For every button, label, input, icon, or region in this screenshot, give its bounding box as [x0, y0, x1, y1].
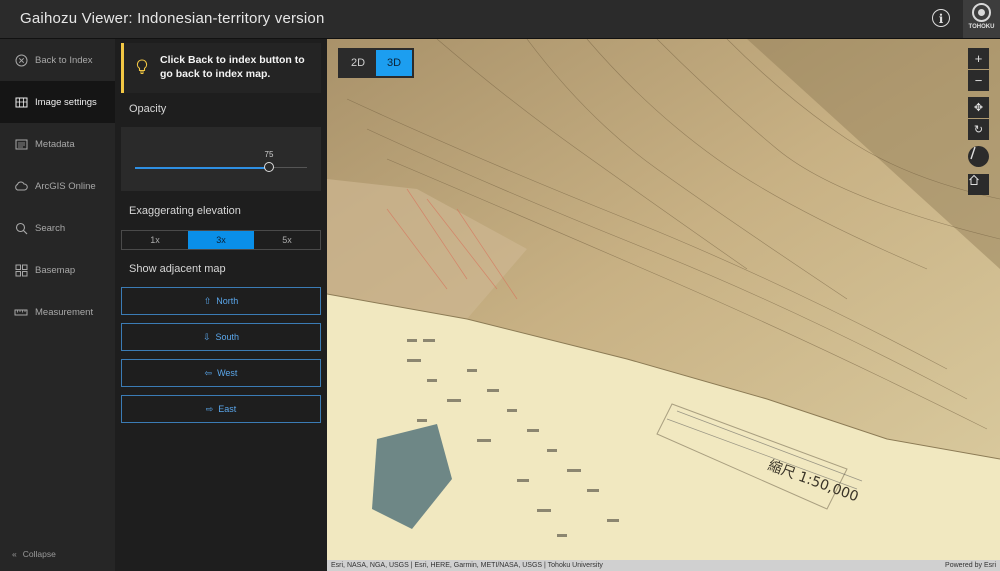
opacity-label: Opacity	[129, 103, 167, 115]
attribution-text: Esri, NASA, NGA, USGS | Esri, HERE, Garm…	[331, 562, 603, 569]
compass-button[interactable]	[968, 146, 989, 167]
university-logo: TOHOKU	[963, 0, 1000, 38]
map-attribution: Esri, NASA, NGA, USGS | Esri, HERE, Garm…	[327, 560, 1000, 571]
app-title: Gaihozu Viewer: Indonesian-territory ver…	[20, 10, 325, 27]
nav-basemap[interactable]: Basemap	[0, 249, 115, 291]
plus-icon: +	[974, 51, 983, 66]
rotate-button[interactable]: ↻	[968, 119, 989, 140]
home-button[interactable]	[968, 174, 989, 195]
info-icon[interactable]: i	[932, 9, 950, 27]
nav-search[interactable]: Search	[0, 207, 115, 249]
collapse-button[interactable]: « Collapse	[12, 549, 56, 559]
nav-label: Metadata	[35, 138, 75, 150]
exaggeration-label: Exaggerating elevation	[129, 205, 241, 217]
nav-label: Back to Index	[35, 54, 93, 66]
view-3d-button[interactable]: 3D	[376, 50, 412, 76]
east-button[interactable]: ⇨ East	[121, 395, 321, 423]
slider-handle[interactable]	[264, 162, 274, 172]
nav-measurement[interactable]: Measurement	[0, 291, 115, 333]
west-label: West	[217, 368, 238, 378]
nav-label: Measurement	[35, 306, 94, 318]
arrow-right-icon: ⇨	[205, 403, 214, 414]
terrain-map-image: 縮尺 1:50,000	[327, 39, 1000, 560]
document-list-icon	[14, 137, 28, 151]
collapse-label: Collapse	[22, 549, 56, 559]
exaggeration-option-1x[interactable]: 1x	[122, 231, 188, 249]
nav-arcgis-online[interactable]: ArcGIS Online	[0, 165, 115, 207]
grid-icon	[14, 263, 28, 277]
opacity-value: 75	[264, 150, 274, 159]
east-label: East	[218, 404, 237, 414]
view-2d-button[interactable]: 2D	[340, 50, 376, 76]
north-label: North	[216, 296, 239, 306]
minus-icon: −	[974, 73, 983, 88]
arrow-down-icon: ⇩	[202, 331, 211, 342]
nav-back-to-index[interactable]: Back to Index	[0, 39, 115, 81]
zoom-in-button[interactable]: +	[968, 48, 989, 69]
cloud-icon	[14, 179, 28, 193]
nav-label: ArcGIS Online	[35, 180, 96, 192]
tip-notice: Click Back to index button to go back to…	[121, 43, 321, 93]
image-settings-panel: Click Back to index button to go back to…	[115, 39, 327, 571]
opacity-slider-box: 75	[121, 127, 321, 191]
pan-button[interactable]: ✥	[968, 97, 989, 118]
arrow-up-icon: ⇧	[203, 295, 212, 306]
double-chevron-left-icon: «	[12, 549, 17, 559]
nav-label: Image settings	[35, 96, 97, 108]
rotate-icon: ↻	[973, 124, 984, 136]
lightbulb-icon	[136, 59, 148, 80]
south-button[interactable]: ⇩ South	[121, 323, 321, 351]
powered-by-link[interactable]: Powered by Esri	[945, 560, 996, 571]
close-circle-icon	[14, 53, 28, 67]
slider-fill	[135, 166, 269, 169]
south-label: South	[215, 332, 240, 342]
search-icon	[14, 221, 28, 235]
nav-metadata[interactable]: Metadata	[0, 123, 115, 165]
move-icon: ✥	[973, 102, 984, 114]
exaggeration-option-5x[interactable]: 5x	[254, 231, 320, 249]
sidebar-nav: Back to Index Image settings Metadata Ar…	[0, 39, 115, 571]
adjacent-label: Show adjacent map	[129, 263, 226, 275]
logo-text: TOHOKU	[968, 24, 995, 30]
exaggeration-segmented-control: 1x 3x 5x	[121, 230, 321, 250]
map-view[interactable]: 縮尺 1:50,000 2D 3D + − ✥ ↻	[327, 39, 1000, 560]
map-layers-icon	[14, 95, 28, 109]
exaggeration-option-3x[interactable]: 3x	[188, 231, 254, 249]
nav-image-settings[interactable]: Image settings	[0, 81, 115, 123]
view-mode-toggle: 2D 3D	[338, 48, 414, 78]
west-button[interactable]: ⇦ West	[121, 359, 321, 387]
nav-label: Basemap	[35, 264, 76, 276]
opacity-slider[interactable]: 75	[135, 150, 307, 172]
app-header: Gaihozu Viewer: Indonesian-territory ver…	[0, 0, 1000, 39]
north-button[interactable]: ⇧ North	[121, 287, 321, 315]
seal-icon	[972, 3, 991, 22]
ruler-icon	[14, 305, 28, 319]
nav-label: Search	[35, 222, 66, 234]
tip-text: Click Back to index button to go back to…	[160, 54, 305, 80]
zoom-out-button[interactable]: −	[968, 70, 989, 91]
arrow-left-icon: ⇦	[204, 367, 213, 378]
